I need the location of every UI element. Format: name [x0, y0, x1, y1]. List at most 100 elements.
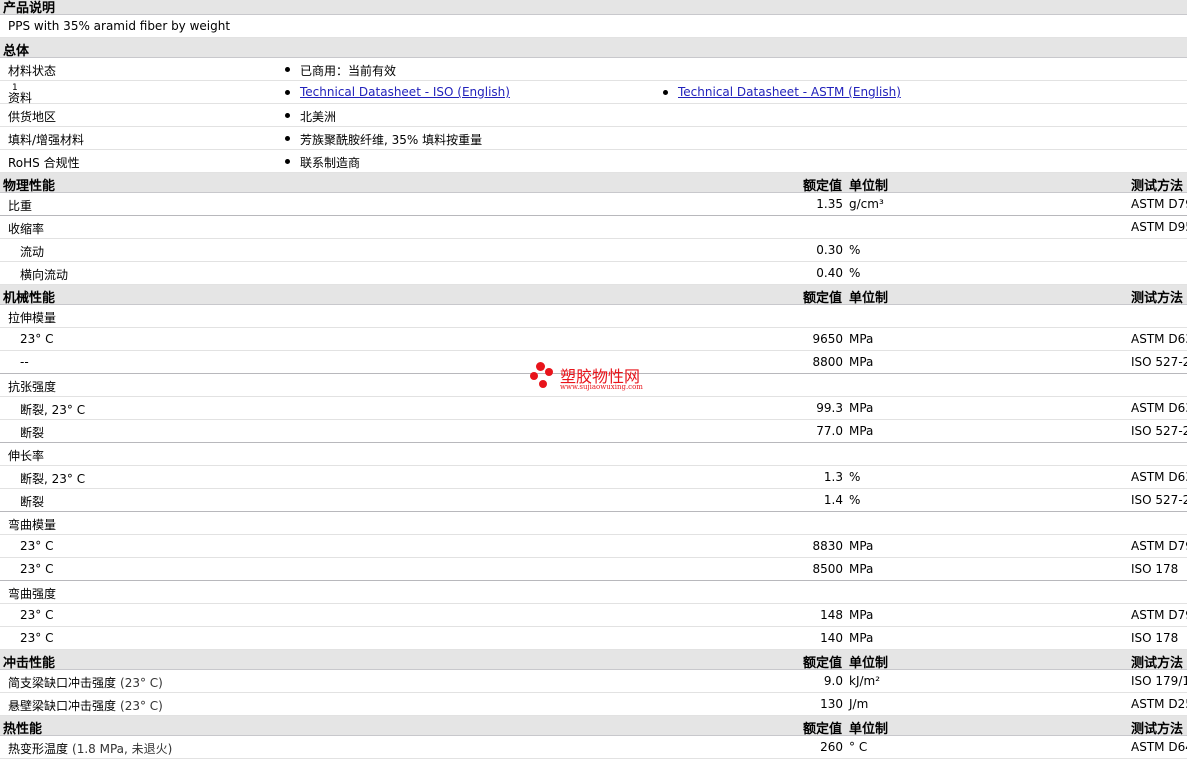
property-label: 拉伸模量 [8, 309, 56, 326]
property-condition: (1.8 MPa, 未退火) [72, 742, 173, 756]
table-row: 23° C 8830 MPa ASTM D79 [0, 535, 1187, 558]
property-value: 1.3 [823, 470, 843, 484]
row-label: RoHS 合规性 [8, 156, 80, 170]
row-value: 北美洲 [300, 110, 337, 124]
property-unit: MPa [849, 355, 874, 369]
table-row: 断裂, 23° C 99.3 MPa ASTM D63 [0, 397, 1187, 420]
property-condition: (23° C) [120, 676, 163, 690]
property-name: 23° C [20, 608, 54, 622]
test-method: ASTM D79 [1131, 539, 1187, 553]
section-header: 热性能 额定值 单位制 测试方法 [0, 716, 1187, 737]
table-row: 23° C 140 MPa ISO 178 [0, 627, 1187, 650]
property-name: 断裂 [20, 495, 45, 509]
row-label: 填料/增强材料 [8, 133, 85, 147]
column-header-method: 测试方法 [1131, 656, 1184, 671]
property-label: 弯曲强度 [8, 585, 56, 602]
bullet-icon [285, 113, 290, 118]
table-row: 断裂 77.0 MPa ISO 527-2 [0, 420, 1187, 443]
property-label: 比重 [8, 197, 32, 214]
property-label: 抗张强度 [8, 378, 56, 395]
property-name: 横向流动 [20, 268, 69, 282]
property-name: 收缩率 [8, 222, 45, 236]
datasheet-link[interactable]: Technical Datasheet - ASTM (English) [678, 85, 901, 99]
property-name: 抗张强度 [8, 380, 57, 394]
section-title: 机械性能 [3, 291, 56, 306]
property-value: 0.40 [816, 266, 843, 280]
property-unit: MPa [849, 631, 874, 645]
property-condition: (23° C) [120, 699, 163, 713]
property-label: 伸长率 [8, 447, 44, 464]
property-label: 23° C [20, 631, 53, 645]
property-label: 弯曲模量 [8, 516, 56, 533]
property-value: 130 [820, 697, 843, 711]
section-header: 产品说明 [0, 0, 1187, 16]
property-label: 23° C [20, 332, 53, 346]
property-name: 悬壁梁缺口冲击强度 [8, 699, 117, 713]
datasheet-link[interactable]: Technical Datasheet - ISO (English) [300, 85, 510, 99]
table-row: 流动 0.30% [0, 239, 1187, 262]
property-name: 断裂 [20, 426, 45, 440]
property-label: 23° C [20, 608, 53, 622]
column-header-method: 测试方法 [1131, 291, 1184, 306]
section-header: 总体 [0, 38, 1187, 59]
row-label: 供货地区 [8, 110, 57, 124]
table-row: 收缩率 ASTM D95 [0, 216, 1187, 239]
property-value: 9.0 [823, 674, 843, 688]
property-label: 断裂 [20, 424, 44, 441]
test-method: ASTM D63 [1131, 470, 1187, 484]
property-value: 260 [820, 740, 843, 754]
test-method: ASTM D79 [1131, 197, 1187, 211]
table-row: 弯曲模量 [0, 512, 1187, 535]
column-header-unit: 单位制 [849, 722, 889, 737]
table-row: 拉伸模量 [0, 305, 1187, 328]
property-name: -- [20, 355, 29, 369]
section-header: 机械性能 额定值 单位制 测试方法 [0, 285, 1187, 306]
property-unit: % [849, 243, 861, 257]
property-value: 99.3 [816, 401, 843, 415]
property-unit: MPa [849, 539, 874, 553]
table-row: 23° C 8500 MPa ISO 178 [0, 558, 1187, 581]
footnote-marker: 1 [12, 83, 18, 93]
section-title: 热性能 [3, 722, 43, 737]
property-name: 23° C [20, 539, 54, 553]
table-row: RoHS 合规性 联系制造商 [0, 150, 1187, 173]
table-row: 简支梁缺口冲击强度(23° C) 9.0 kJ/m² ISO 179/1e [0, 670, 1187, 693]
property-name: 23° C [20, 332, 54, 346]
property-value: 9650 [812, 332, 843, 346]
property-name: 断裂, 23° C [20, 403, 86, 417]
section-title: 冲击性能 [3, 656, 56, 671]
property-unit: MPa [849, 401, 874, 415]
row-value: 芳族聚酰胺纤维, 35% 填料按重量 [300, 133, 483, 147]
property-name: 弯曲模量 [8, 518, 57, 532]
link-wrap[interactable]: Technical Datasheet - ASTM (English) [678, 85, 901, 99]
property-label: 断裂 [20, 493, 44, 510]
bullet-icon [285, 159, 290, 164]
property-unit: MPa [849, 332, 874, 346]
bullet-icon [285, 136, 290, 141]
row-label-wrap: 资料 1 [8, 83, 32, 105]
property-label: -- [20, 355, 29, 369]
table-row: 比重 1.35 g/cm³ ASTM D79 [0, 193, 1187, 216]
test-method: ISO 527-2 [1131, 424, 1187, 438]
table-row: 23° C 148 MPa ASTM D79 [0, 604, 1187, 627]
property-value: 8800 [812, 355, 843, 369]
column-header-value: 额定值 [802, 291, 842, 306]
property-unit: MPa [849, 562, 874, 576]
table-row: 填料/增强材料 芳族聚酰胺纤维, 35% 填料按重量 [0, 127, 1187, 150]
table-row: 资料 1 Technical Datasheet - ISO (English) Te… [0, 81, 1187, 105]
watermark-logo: 塑胶物性网 www.sujiaowuxing.com [530, 362, 670, 398]
section-title: 物理性能 [3, 179, 56, 194]
property-value: 8500 [812, 562, 843, 576]
property-unit: J/m [849, 697, 869, 711]
property-name: 伸长率 [8, 449, 45, 463]
link-wrap[interactable]: Technical Datasheet - ISO (English) [300, 85, 510, 99]
property-unit: % [849, 470, 861, 484]
test-method: ASTM D95 [1131, 220, 1187, 234]
property-name: 23° C [20, 631, 54, 645]
property-unit: % [849, 266, 861, 280]
table-row: 横向流动 0.40% [0, 262, 1187, 285]
property-label: 收缩率 [8, 220, 44, 237]
table-row: 弯曲强度 [0, 581, 1187, 604]
section-header: 冲击性能 额定值 单位制 测试方法 [0, 650, 1187, 671]
test-method: ASTM D64 [1131, 740, 1187, 754]
